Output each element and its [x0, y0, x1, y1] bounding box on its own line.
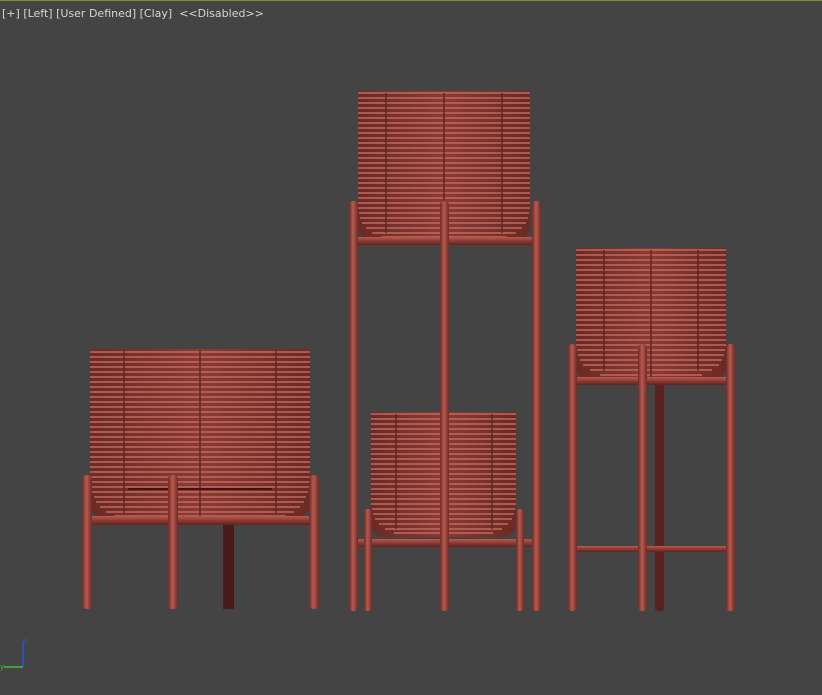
planter3-leg-front[interactable]	[638, 344, 647, 611]
planter1-stand-ring[interactable]	[82, 516, 319, 525]
axis-gizmo: z y	[0, 637, 28, 671]
short-wide-planter[interactable]	[82, 349, 319, 609]
tall-double-stand[interactable]	[349, 91, 541, 611]
medium-planter-stand[interactable]	[568, 248, 735, 611]
planter3-leg-left[interactable]	[568, 344, 577, 611]
planter1-leg-front[interactable]	[168, 475, 178, 609]
planter1-leg-left[interactable]	[82, 475, 92, 609]
planter1-leg-right[interactable]	[309, 475, 319, 609]
z-axis-label: z	[24, 637, 28, 645]
left-viewport[interactable]: [+] [Left] [User Defined] [Clay] <<Disab…	[0, 0, 822, 694]
scene-canvas[interactable]: z y	[0, 1, 822, 695]
planter3-basket[interactable]	[576, 248, 726, 379]
planter2-leg-right[interactable]	[532, 201, 541, 611]
planter1-back-leg[interactable]	[223, 521, 234, 609]
planter3-back-leg[interactable]	[655, 381, 664, 611]
planter1-basket[interactable]	[90, 349, 310, 519]
planter3-top-ring[interactable]	[569, 377, 733, 385]
planter3-cross-bar[interactable]	[572, 546, 729, 552]
planter3-leg-right[interactable]	[726, 344, 735, 611]
planter2-inner-leg-right[interactable]	[516, 509, 524, 611]
planter2-inner-leg-left[interactable]	[364, 509, 372, 611]
planter2-leg-center[interactable]	[440, 201, 449, 611]
planter2-leg-left[interactable]	[349, 201, 358, 611]
y-axis-label: y	[0, 663, 4, 671]
